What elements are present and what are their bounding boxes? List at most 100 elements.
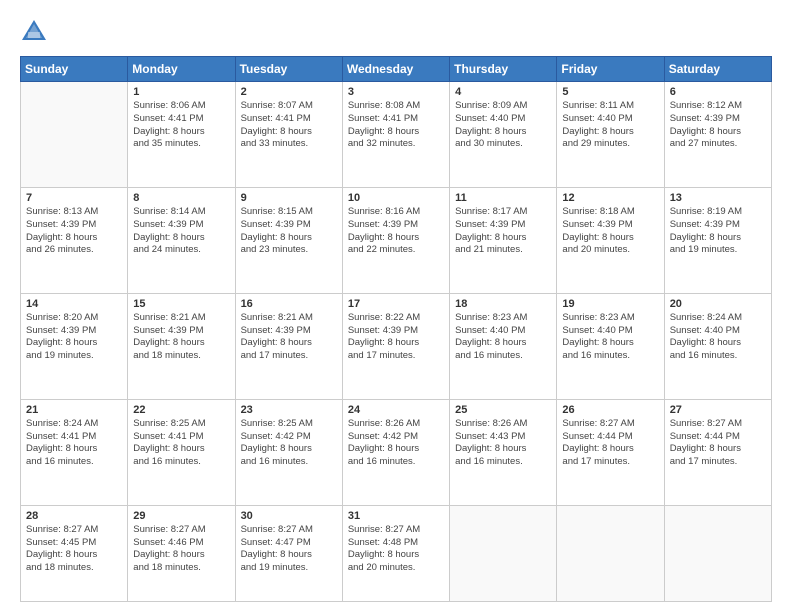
- day-number: 23: [241, 404, 337, 416]
- logo: [20, 18, 52, 46]
- calendar-cell: 16 Sunrise: 8:21 AM Sunset: 4:39 PM Dayli…: [235, 293, 342, 399]
- calendar-cell: 5 Sunrise: 8:11 AM Sunset: 4:40 PM Daylig…: [557, 82, 664, 188]
- day-number: 2: [241, 86, 337, 98]
- day-number: 25: [455, 404, 551, 416]
- day-info: Sunrise: 8:21 AM Sunset: 4:39 PM Dayligh…: [241, 312, 337, 363]
- logo-icon: [20, 18, 48, 46]
- day-info: Sunrise: 8:07 AM Sunset: 4:41 PM Dayligh…: [241, 100, 337, 151]
- page: SundayMondayTuesdayWednesdayThursdayFrid…: [0, 0, 792, 612]
- day-number: 15: [133, 298, 229, 310]
- day-number: 10: [348, 192, 444, 204]
- day-info: Sunrise: 8:24 AM Sunset: 4:40 PM Dayligh…: [670, 312, 766, 363]
- day-info: Sunrise: 8:27 AM Sunset: 4:44 PM Dayligh…: [562, 418, 658, 469]
- day-number: 12: [562, 192, 658, 204]
- day-number: 8: [133, 192, 229, 204]
- header: [20, 18, 772, 46]
- calendar-cell: 12Sunrise: 8:18 AM Sunset: 4:39 PM Dayli…: [557, 187, 664, 293]
- calendar-table: SundayMondayTuesdayWednesdayThursdayFrid…: [20, 56, 772, 602]
- calendar-cell: 15 Sunrise: 8:21 AM Sunset: 4:39 PM Dayli…: [128, 293, 235, 399]
- calendar-cell: 19 Sunrise: 8:23 AM Sunset: 4:40 PM Dayli…: [557, 293, 664, 399]
- calendar-cell: [450, 505, 557, 601]
- calendar-cell: 21Sunrise: 8:24 AM Sunset: 4:41 PM Dayli…: [21, 399, 128, 505]
- day-info: Sunrise: 8:22 AM Sunset: 4:39 PM Dayligh…: [348, 312, 444, 363]
- calendar-week-row: 1 Sunrise: 8:06 AM Sunset: 4:41 PM Daylig…: [21, 82, 772, 188]
- calendar-week-row: 14Sunrise: 8:20 AM Sunset: 4:39 PM Dayli…: [21, 293, 772, 399]
- day-info: Sunrise: 8:08 AM Sunset: 4:41 PM Dayligh…: [348, 100, 444, 151]
- day-info: Sunrise: 8:24 AM Sunset: 4:41 PM Dayligh…: [26, 418, 122, 469]
- day-number: 22: [133, 404, 229, 416]
- calendar-cell: [557, 505, 664, 601]
- weekday-header-sunday: Sunday: [21, 57, 128, 82]
- calendar-cell: 4 Sunrise: 8:09 AM Sunset: 4:40 PM Daylig…: [450, 82, 557, 188]
- calendar-cell: 20 Sunrise: 8:24 AM Sunset: 4:40 PM Dayli…: [664, 293, 771, 399]
- calendar-cell: 28 Sunrise: 8:27 AM Sunset: 4:45 PM Dayli…: [21, 505, 128, 601]
- day-number: 13: [670, 192, 766, 204]
- calendar-cell: [664, 505, 771, 601]
- day-number: 1: [133, 86, 229, 98]
- day-number: 9: [241, 192, 337, 204]
- day-number: 26: [562, 404, 658, 416]
- calendar-cell: 6Sunrise: 8:12 AM Sunset: 4:39 PM Daylig…: [664, 82, 771, 188]
- calendar-week-row: 28 Sunrise: 8:27 AM Sunset: 4:45 PM Dayli…: [21, 505, 772, 601]
- day-number: 17: [348, 298, 444, 310]
- calendar-cell: 3 Sunrise: 8:08 AM Sunset: 4:41 PM Daylig…: [342, 82, 449, 188]
- day-info: Sunrise: 8:09 AM Sunset: 4:40 PM Dayligh…: [455, 100, 551, 151]
- day-number: 16: [241, 298, 337, 310]
- day-number: 5: [562, 86, 658, 98]
- calendar-cell: 29 Sunrise: 8:27 AM Sunset: 4:46 PM Dayli…: [128, 505, 235, 601]
- day-info: Sunrise: 8:21 AM Sunset: 4:39 PM Dayligh…: [133, 312, 229, 363]
- calendar-week-row: 7Sunrise: 8:13 AM Sunset: 4:39 PM Daylig…: [21, 187, 772, 293]
- calendar-cell: 9 Sunrise: 8:15 AM Sunset: 4:39 PM Daylig…: [235, 187, 342, 293]
- day-info: Sunrise: 8:27 AM Sunset: 4:47 PM Dayligh…: [241, 524, 337, 575]
- day-info: Sunrise: 8:25 AM Sunset: 4:42 PM Dayligh…: [241, 418, 337, 469]
- calendar-week-row: 21Sunrise: 8:24 AM Sunset: 4:41 PM Dayli…: [21, 399, 772, 505]
- weekday-header-friday: Friday: [557, 57, 664, 82]
- calendar-cell: 30Sunrise: 8:27 AM Sunset: 4:47 PM Dayli…: [235, 505, 342, 601]
- calendar-cell: 8 Sunrise: 8:14 AM Sunset: 4:39 PM Daylig…: [128, 187, 235, 293]
- day-number: 4: [455, 86, 551, 98]
- weekday-header-monday: Monday: [128, 57, 235, 82]
- day-info: Sunrise: 8:27 AM Sunset: 4:48 PM Dayligh…: [348, 524, 444, 575]
- calendar-cell: 24Sunrise: 8:26 AM Sunset: 4:42 PM Dayli…: [342, 399, 449, 505]
- day-info: Sunrise: 8:23 AM Sunset: 4:40 PM Dayligh…: [455, 312, 551, 363]
- day-number: 31: [348, 510, 444, 522]
- day-number: 20: [670, 298, 766, 310]
- calendar-cell: 17 Sunrise: 8:22 AM Sunset: 4:39 PM Dayli…: [342, 293, 449, 399]
- day-number: 27: [670, 404, 766, 416]
- calendar-cell: 26 Sunrise: 8:27 AM Sunset: 4:44 PM Dayli…: [557, 399, 664, 505]
- weekday-header-wednesday: Wednesday: [342, 57, 449, 82]
- day-info: Sunrise: 8:23 AM Sunset: 4:40 PM Dayligh…: [562, 312, 658, 363]
- day-info: Sunrise: 8:27 AM Sunset: 4:46 PM Dayligh…: [133, 524, 229, 575]
- day-info: Sunrise: 8:20 AM Sunset: 4:39 PM Dayligh…: [26, 312, 122, 363]
- day-info: Sunrise: 8:14 AM Sunset: 4:39 PM Dayligh…: [133, 206, 229, 257]
- day-number: 24: [348, 404, 444, 416]
- day-number: 18: [455, 298, 551, 310]
- weekday-header-thursday: Thursday: [450, 57, 557, 82]
- day-number: 7: [26, 192, 122, 204]
- weekday-header-saturday: Saturday: [664, 57, 771, 82]
- day-info: Sunrise: 8:19 AM Sunset: 4:39 PM Dayligh…: [670, 206, 766, 257]
- calendar-cell: 1 Sunrise: 8:06 AM Sunset: 4:41 PM Daylig…: [128, 82, 235, 188]
- day-info: Sunrise: 8:26 AM Sunset: 4:43 PM Dayligh…: [455, 418, 551, 469]
- calendar-cell: 13 Sunrise: 8:19 AM Sunset: 4:39 PM Dayli…: [664, 187, 771, 293]
- day-info: Sunrise: 8:15 AM Sunset: 4:39 PM Dayligh…: [241, 206, 337, 257]
- weekday-header-row: SundayMondayTuesdayWednesdayThursdayFrid…: [21, 57, 772, 82]
- calendar-cell: 11Sunrise: 8:17 AM Sunset: 4:39 PM Dayli…: [450, 187, 557, 293]
- calendar-cell: 18 Sunrise: 8:23 AM Sunset: 4:40 PM Dayli…: [450, 293, 557, 399]
- calendar-cell: 2 Sunrise: 8:07 AM Sunset: 4:41 PM Daylig…: [235, 82, 342, 188]
- day-info: Sunrise: 8:06 AM Sunset: 4:41 PM Dayligh…: [133, 100, 229, 151]
- calendar-cell: 10 Sunrise: 8:16 AM Sunset: 4:39 PM Dayli…: [342, 187, 449, 293]
- day-info: Sunrise: 8:11 AM Sunset: 4:40 PM Dayligh…: [562, 100, 658, 151]
- day-info: Sunrise: 8:17 AM Sunset: 4:39 PM Dayligh…: [455, 206, 551, 257]
- calendar-cell: [21, 82, 128, 188]
- day-number: 19: [562, 298, 658, 310]
- day-info: Sunrise: 8:27 AM Sunset: 4:44 PM Dayligh…: [670, 418, 766, 469]
- day-number: 6: [670, 86, 766, 98]
- day-info: Sunrise: 8:27 AM Sunset: 4:45 PM Dayligh…: [26, 524, 122, 575]
- day-info: Sunrise: 8:16 AM Sunset: 4:39 PM Dayligh…: [348, 206, 444, 257]
- day-number: 29: [133, 510, 229, 522]
- day-number: 28: [26, 510, 122, 522]
- day-number: 3: [348, 86, 444, 98]
- calendar-cell: 22Sunrise: 8:25 AM Sunset: 4:41 PM Dayli…: [128, 399, 235, 505]
- weekday-header-tuesday: Tuesday: [235, 57, 342, 82]
